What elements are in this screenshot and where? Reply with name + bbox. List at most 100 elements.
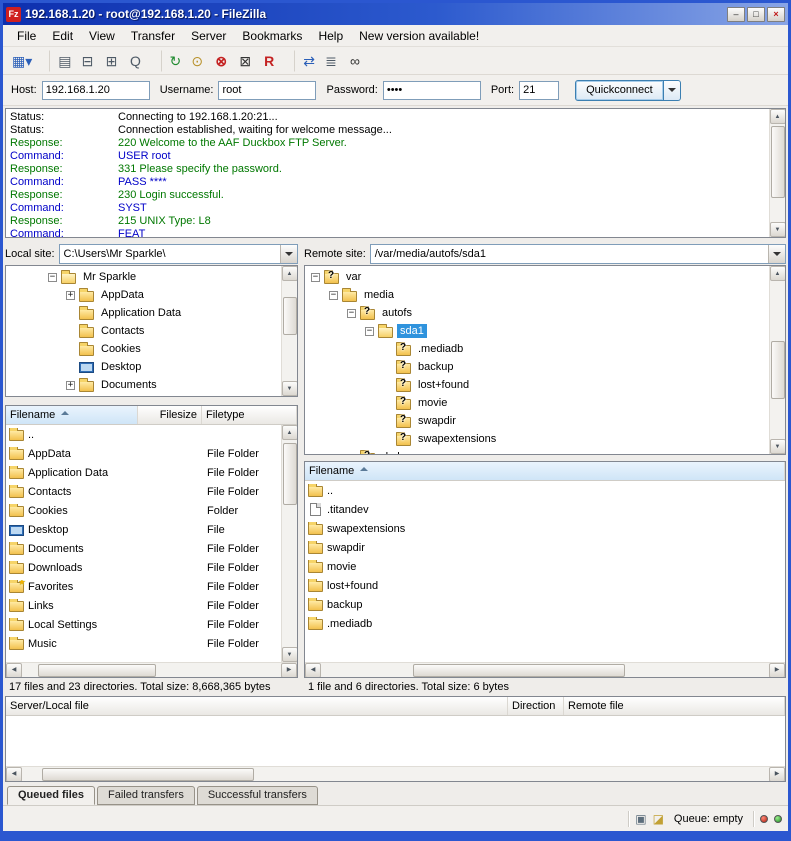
local-list-hscrollbar[interactable] bbox=[6, 662, 297, 677]
maximize-button[interactable]: □ bbox=[747, 7, 765, 22]
file-row[interactable]: AppData File Folder bbox=[6, 444, 281, 463]
scrollbar-thumb[interactable] bbox=[38, 664, 156, 677]
quickconnect-button[interactable]: Quickconnect bbox=[575, 80, 664, 101]
tree-item[interactable]: − sda1 bbox=[305, 322, 769, 340]
tree-item[interactable]: + Downloads bbox=[6, 394, 281, 396]
menu-item[interactable]: Transfer bbox=[123, 27, 183, 45]
scroll-down-icon[interactable] bbox=[282, 647, 298, 662]
remote-tree-scrollbar[interactable] bbox=[769, 266, 785, 454]
file-row[interactable]: .titandev bbox=[305, 500, 785, 519]
tree-expander[interactable]: − bbox=[311, 273, 320, 282]
tree-item[interactable]: movie bbox=[305, 394, 769, 412]
tree-item[interactable]: lost+found bbox=[305, 376, 769, 394]
menu-item[interactable]: File bbox=[9, 27, 44, 45]
title-bar[interactable]: Fz 192.168.1.20 - root@192.168.1.20 - Fi… bbox=[3, 3, 788, 25]
queue-tab[interactable]: Queued files bbox=[7, 786, 95, 805]
local-tree-toggle[interactable]: ⊟ bbox=[77, 50, 99, 72]
tree-item[interactable]: − var bbox=[305, 268, 769, 286]
column-header-direction[interactable]: Direction bbox=[508, 697, 564, 715]
file-row[interactable]: lost+found bbox=[305, 576, 785, 595]
menu-item[interactable]: Edit bbox=[44, 27, 81, 45]
site-manager-button[interactable]: ▦▾ bbox=[9, 50, 35, 72]
log-scrollbar[interactable] bbox=[769, 109, 785, 237]
scroll-down-icon[interactable] bbox=[770, 222, 786, 237]
password-input[interactable] bbox=[383, 81, 481, 100]
scroll-left-icon[interactable] bbox=[305, 663, 321, 678]
cancel-button[interactable]: ⊗ bbox=[210, 50, 232, 72]
menu-item[interactable]: Server bbox=[183, 27, 234, 45]
file-row[interactable]: Local Settings File Folder bbox=[6, 615, 281, 634]
scroll-up-icon[interactable] bbox=[770, 266, 786, 281]
message-log-toggle[interactable]: ▤ bbox=[49, 50, 74, 72]
remote-tree-toggle[interactable]: ⊞ bbox=[101, 50, 123, 72]
scroll-right-icon[interactable] bbox=[769, 663, 785, 678]
refresh-button[interactable]: ↻ bbox=[161, 50, 185, 72]
file-row[interactable]: Music File Folder bbox=[6, 634, 281, 653]
disconnect-button[interactable]: ⊠ bbox=[234, 50, 256, 72]
remote-list-hscrollbar[interactable] bbox=[305, 662, 785, 677]
file-row[interactable]: .. bbox=[305, 481, 785, 500]
queue-tab[interactable]: Failed transfers bbox=[97, 786, 195, 805]
scroll-right-icon[interactable] bbox=[281, 663, 297, 678]
encryption-status-icon[interactable] bbox=[635, 813, 646, 825]
find-files-button[interactable]: ∞ bbox=[344, 50, 366, 72]
tree-expander[interactable]: − bbox=[48, 273, 57, 282]
tree-item[interactable]: backup bbox=[305, 358, 769, 376]
file-row[interactable]: .. bbox=[6, 425, 281, 444]
combo-dropdown-button[interactable] bbox=[280, 245, 297, 263]
tree-item[interactable]: − Mr Sparkle bbox=[6, 268, 281, 286]
scroll-left-icon[interactable] bbox=[6, 663, 22, 678]
tree-expander[interactable]: − bbox=[347, 309, 356, 318]
scroll-right-icon[interactable] bbox=[769, 767, 785, 782]
scroll-up-icon[interactable] bbox=[770, 109, 786, 124]
file-row[interactable]: backup bbox=[305, 595, 785, 614]
scroll-down-icon[interactable] bbox=[770, 439, 786, 454]
tree-item[interactable]: Contacts bbox=[6, 322, 281, 340]
minimize-button[interactable]: – bbox=[727, 7, 745, 22]
scrollbar-thumb[interactable] bbox=[42, 768, 254, 781]
queue-tab[interactable]: Successful transfers bbox=[197, 786, 318, 805]
local-list-scrollbar[interactable] bbox=[281, 425, 297, 662]
tree-item[interactable]: + Documents bbox=[6, 376, 281, 394]
column-header-filename[interactable]: Filename bbox=[305, 462, 785, 480]
column-header-remote-file[interactable]: Remote file bbox=[564, 697, 785, 715]
file-row[interactable]: Downloads File Folder bbox=[6, 558, 281, 577]
column-header-filetype[interactable]: Filetype bbox=[202, 406, 297, 424]
process-queue-button[interactable]: ⊙ bbox=[186, 50, 208, 72]
remote-site-combo[interactable]: /var/media/autofs/sda1 bbox=[370, 244, 786, 264]
speed-limit-icon[interactable] bbox=[653, 813, 664, 825]
menu-item[interactable]: Bookmarks bbox=[234, 27, 310, 45]
scroll-up-icon[interactable] bbox=[282, 266, 298, 281]
menu-item[interactable]: Help bbox=[310, 27, 351, 45]
queue-hscrollbar[interactable] bbox=[6, 766, 785, 781]
scroll-left-icon[interactable] bbox=[6, 767, 22, 782]
file-row[interactable]: Desktop File bbox=[6, 520, 281, 539]
column-header-filename[interactable]: Filename bbox=[6, 406, 138, 424]
file-row[interactable]: Favorites File Folder bbox=[6, 577, 281, 596]
tree-expander[interactable]: + bbox=[66, 291, 75, 300]
file-row[interactable]: movie bbox=[305, 557, 785, 576]
file-row[interactable]: .mediadb bbox=[305, 614, 785, 633]
scrollbar-thumb[interactable] bbox=[771, 126, 785, 198]
tree-item[interactable]: − autofs bbox=[305, 304, 769, 322]
reconnect-button[interactable]: R bbox=[258, 50, 280, 72]
file-row[interactable]: Cookies Folder bbox=[6, 501, 281, 520]
tree-item[interactable]: Desktop bbox=[6, 358, 281, 376]
host-input[interactable] bbox=[42, 81, 150, 100]
tree-expander[interactable]: + bbox=[66, 381, 75, 390]
queue-view-toggle[interactable]: Q bbox=[125, 50, 147, 72]
scroll-up-icon[interactable] bbox=[282, 425, 298, 440]
menu-item[interactable]: New version available! bbox=[351, 27, 487, 45]
close-button[interactable]: × bbox=[767, 7, 785, 22]
tree-item[interactable]: .mediadb bbox=[305, 340, 769, 358]
combo-dropdown-button[interactable] bbox=[768, 245, 785, 263]
port-input[interactable] bbox=[519, 81, 559, 100]
file-row[interactable]: swapextensions bbox=[305, 519, 785, 538]
tree-item[interactable]: − media bbox=[305, 286, 769, 304]
scrollbar-thumb[interactable] bbox=[283, 297, 297, 335]
column-header-filesize[interactable]: Filesize bbox=[138, 406, 202, 424]
scroll-down-icon[interactable] bbox=[282, 381, 298, 396]
synchronized-browsing-button[interactable]: ≣ bbox=[320, 50, 342, 72]
tree-item[interactable]: + AppData bbox=[6, 286, 281, 304]
scrollbar-thumb[interactable] bbox=[283, 443, 297, 505]
